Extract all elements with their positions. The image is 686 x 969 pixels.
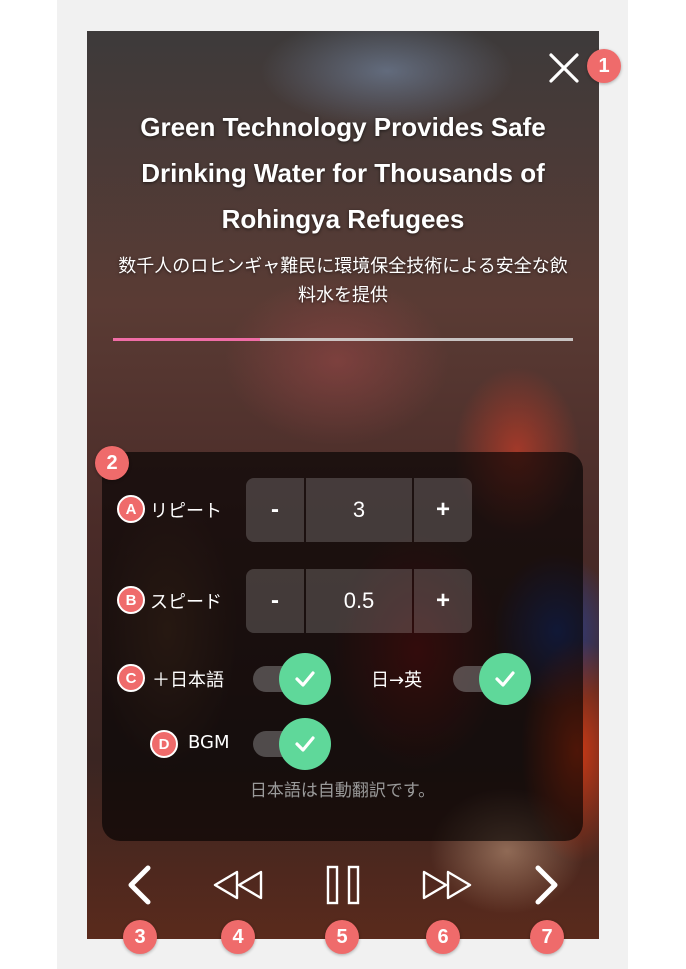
- rewind-icon: [213, 870, 263, 900]
- chevron-left-icon: [128, 865, 151, 905]
- speed-stepper: - 0.5 +: [246, 569, 474, 633]
- previous-button[interactable]: [124, 864, 154, 906]
- speed-label: スピード: [150, 592, 222, 613]
- speed-increment-button[interactable]: +: [414, 569, 472, 633]
- fast-forward-button[interactable]: [420, 869, 474, 901]
- badge-forward: 6: [426, 920, 460, 954]
- title-japanese: 数千人のロヒンギャ難民に環境保全技術による安全な飲料水を提供: [118, 256, 568, 306]
- japanese-toggle[interactable]: [253, 653, 331, 705]
- close-icon: [549, 53, 579, 83]
- close-button[interactable]: [548, 52, 580, 84]
- badge-repeat: A: [117, 495, 145, 523]
- rewind-button[interactable]: [211, 869, 265, 901]
- next-button[interactable]: [532, 864, 562, 906]
- ja-to-en-toggle[interactable]: [453, 653, 531, 705]
- repeat-increment-button[interactable]: +: [414, 478, 472, 542]
- badge-japanese: C: [117, 664, 145, 692]
- chevron-right-icon: [535, 865, 558, 905]
- japanese-toggle-label: ＋日本語: [152, 670, 224, 691]
- speed-decrement-button[interactable]: -: [246, 569, 304, 633]
- pause-icon: [326, 865, 360, 905]
- badge-rewind: 4: [221, 920, 255, 954]
- repeat-label: リピート: [150, 501, 222, 522]
- ja-to-en-toggle-label: 日→英: [371, 670, 423, 691]
- toggle-knob: [279, 718, 331, 770]
- repeat-stepper: - 3 +: [246, 478, 474, 542]
- progress-fill: [113, 338, 261, 341]
- badge-settings-panel: 2: [95, 446, 129, 480]
- toggle-knob: [479, 653, 531, 705]
- translation-note: 日本語は自動翻訳です。: [249, 781, 436, 801]
- speed-value: 0.5: [306, 569, 412, 633]
- repeat-value: 3: [306, 478, 412, 542]
- badge-previous: 3: [123, 920, 157, 954]
- check-icon: [295, 671, 315, 687]
- badge-next: 7: [530, 920, 564, 954]
- title-english: Green Technology Provides Safe Drinking …: [140, 112, 546, 234]
- bgm-toggle-label: BGM: [188, 732, 230, 753]
- bgm-toggle[interactable]: [253, 718, 331, 770]
- check-icon: [495, 671, 515, 687]
- pause-button[interactable]: [326, 865, 360, 905]
- badge-close: 1: [587, 49, 621, 83]
- badge-pause: 5: [325, 920, 359, 954]
- toggle-knob: [279, 653, 331, 705]
- badge-bgm: D: [150, 730, 178, 758]
- repeat-decrement-button[interactable]: -: [246, 478, 304, 542]
- badge-speed: B: [117, 586, 145, 614]
- check-icon: [295, 736, 315, 752]
- progress-bar[interactable]: [113, 338, 573, 341]
- fast-forward-icon: [422, 870, 472, 900]
